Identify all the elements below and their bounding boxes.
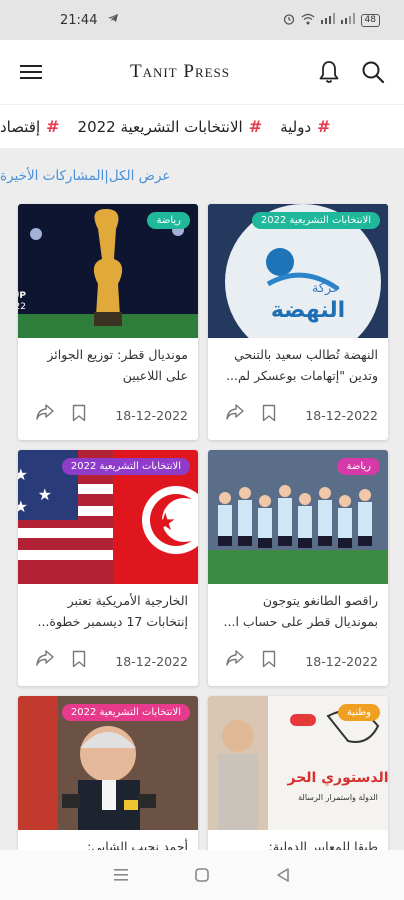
post-footer: 18-12-2022 <box>26 650 188 672</box>
svg-text:النهضة: النهضة <box>271 298 345 323</box>
svg-text:Qatar 2022: Qatar 2022 <box>18 302 26 312</box>
status-time: 21:44 <box>60 12 98 28</box>
signal-icon-2 <box>340 13 355 27</box>
post-date: 18-12-2022 <box>115 407 188 423</box>
share-icon[interactable] <box>36 404 54 426</box>
post-image: حركة النهضة الانتخابات التشريعية 2022 <box>208 204 388 338</box>
hashtag-icon: # <box>317 117 331 136</box>
svg-text:★: ★ <box>18 465 28 484</box>
posts-grid: حركة النهضة الانتخابات التشريعية 2022 ال… <box>0 204 404 900</box>
post-image: ★ ★ ★ ★ الانتخابات التشريعية 2022 <box>18 450 198 584</box>
post-title: الخارجية الأمريكية تعتبر إنتخابات 17 ديس… <box>37 593 189 629</box>
bookmark-icon[interactable] <box>72 650 86 672</box>
category-badge: رياضة <box>337 458 380 475</box>
post-card[interactable]: FIFA WORLD CUP Qatar 2022 رياضة مونديال … <box>18 204 198 440</box>
tag-label: إقتصاد <box>0 117 41 136</box>
svg-text:★: ★ <box>18 497 28 516</box>
tag-label: دولية <box>280 117 312 136</box>
tags-bar: # دولية # الانتخابات التشريعية 2022 # إق… <box>0 104 404 148</box>
tag-international[interactable]: # دولية <box>280 117 330 136</box>
category-badge: الانتخابات التشريعية 2022 <box>61 704 190 721</box>
post-image: الانتخابات التشريعية 2022 <box>18 696 198 830</box>
bookmark-icon[interactable] <box>72 404 86 426</box>
status-bar: 21:44 48 <box>0 0 404 40</box>
post-title: النهضة تُطالب سعيد بالتنحي وتدين "إتهاما… <box>226 347 378 383</box>
post-footer: 18-12-2022 <box>216 404 378 426</box>
post-date: 18-12-2022 <box>305 407 378 423</box>
search-icon[interactable] <box>360 59 386 85</box>
post-card[interactable]: ★ ★ ★ ★ الانتخابات التشريعية 2022 الخارجية… <box>18 450 198 686</box>
tag-legislative-elections[interactable]: # الانتخابات التشريعية 2022 <box>78 117 263 136</box>
app-bar: Tanit Press <box>0 40 404 104</box>
wifi-icon <box>301 13 315 28</box>
svg-text:★: ★ <box>38 485 52 504</box>
section-header: عرض الكل|المشاركات الأخيرة <box>0 148 404 204</box>
post-date: 18-12-2022 <box>115 653 188 669</box>
svg-text:الدستوري الحر: الدستوري الحر <box>286 770 388 787</box>
tag-economy[interactable]: # إقتصاد <box>0 117 60 136</box>
share-icon[interactable] <box>36 650 54 672</box>
home-icon[interactable] <box>190 863 214 887</box>
app-title: Tanit Press <box>129 61 231 82</box>
battery-icon: 48 <box>360 13 380 27</box>
svg-text:FIFA WORLD CUP: FIFA WORLD CUP <box>18 291 26 301</box>
category-badge: الانتخابات التشريعية 2022 <box>251 212 380 229</box>
svg-text:★: ★ <box>154 508 176 536</box>
post-image: رياضة <box>208 450 388 584</box>
hashtag-icon: # <box>46 117 60 136</box>
post-card[interactable]: حركة النهضة الانتخابات التشريعية 2022 ال… <box>208 204 388 440</box>
telegram-icon <box>107 12 119 28</box>
tags-track: # دولية # الانتخابات التشريعية 2022 # إق… <box>0 117 331 136</box>
bookmark-icon[interactable] <box>262 650 276 672</box>
recent-apps-icon[interactable] <box>109 863 133 887</box>
svg-text:الدولة واستمرار الرسالة: الدولة واستمرار الرسالة <box>298 793 378 802</box>
back-icon[interactable] <box>271 863 295 887</box>
post-image: الدستوري الحر الدولة واستمرار الرسالة وط… <box>208 696 388 830</box>
share-icon[interactable] <box>226 650 244 672</box>
category-badge: رياضة <box>147 212 190 229</box>
alarm-icon <box>283 13 295 28</box>
category-badge: الانتخابات التشريعية 2022 <box>61 458 190 475</box>
system-nav-bar <box>0 850 404 900</box>
post-title: مونديال قطر: توزيع الجوائز على اللاعبين <box>47 347 188 383</box>
share-icon[interactable] <box>226 404 244 426</box>
signal-icon <box>320 13 335 27</box>
battery-level: 48 <box>364 15 376 25</box>
see-all-recent-posts-link[interactable]: عرض الكل|المشاركات الأخيرة <box>0 168 170 184</box>
post-date: 18-12-2022 <box>305 653 378 669</box>
post-title: راقصو الطانغو يتوجون بمونديال قطر على حس… <box>223 593 378 629</box>
post-footer: 18-12-2022 <box>26 404 188 426</box>
bookmark-icon[interactable] <box>262 404 276 426</box>
notification-bell-icon[interactable] <box>316 59 342 85</box>
post-footer: 18-12-2022 <box>216 650 378 672</box>
hashtag-icon: # <box>248 117 263 136</box>
svg-text:حركة: حركة <box>312 281 340 296</box>
post-card[interactable]: رياضة راقصو الطانغو يتوجون بمونديال قطر … <box>208 450 388 686</box>
category-badge: وطنية <box>337 704 380 721</box>
menu-icon[interactable] <box>18 59 44 85</box>
post-image: FIFA WORLD CUP Qatar 2022 رياضة <box>18 204 198 338</box>
tag-label: الانتخابات التشريعية 2022 <box>77 117 243 136</box>
